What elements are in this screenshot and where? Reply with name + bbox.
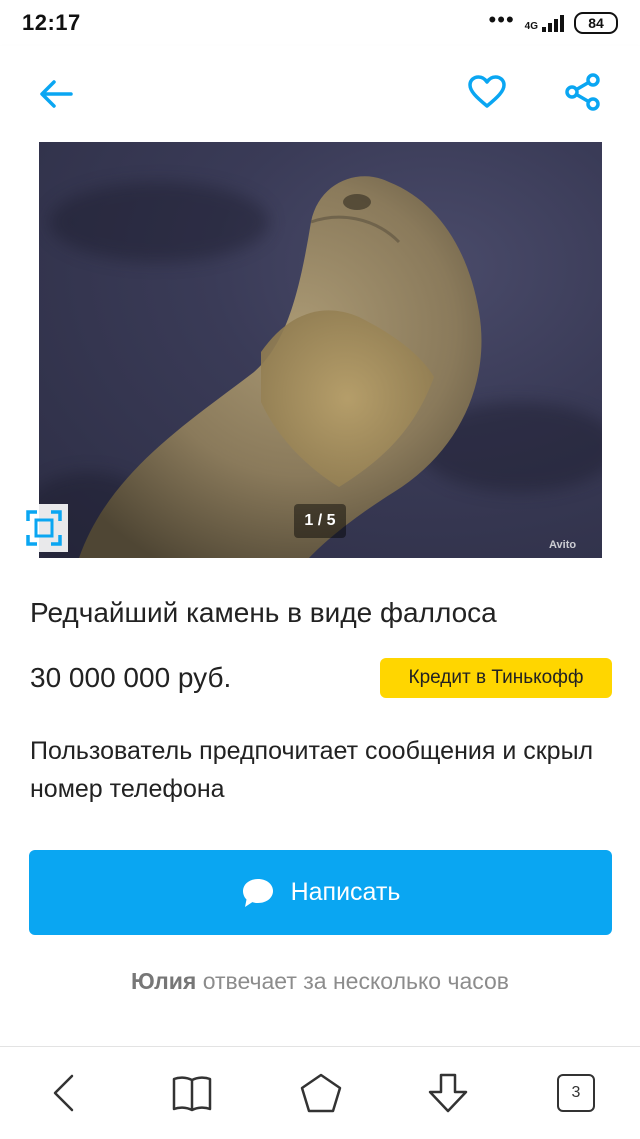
- share-icon: [565, 73, 600, 111]
- status-bar: 12:17 ••• 4G 84: [0, 0, 640, 46]
- nav-tabs-button[interactable]: 3: [552, 1069, 600, 1117]
- nav-back-button[interactable]: [40, 1069, 88, 1117]
- more-dots-icon: •••: [488, 7, 515, 32]
- arrow-left-icon: [40, 80, 73, 108]
- credit-button[interactable]: Кредит в Тинькофф: [380, 658, 612, 698]
- signal-icon: 4G: [524, 14, 564, 32]
- contact-notice: Пользователь предпочитает сообщения и ск…: [30, 737, 594, 803]
- credit-label: Кредит в Тинькофф: [408, 667, 584, 688]
- download-arrow-icon: [428, 1073, 468, 1113]
- stone-image: [79, 176, 482, 558]
- browser-nav-bar: 3: [0, 1046, 640, 1139]
- seller-info: Юлия отвечает за несколько часов: [0, 968, 640, 995]
- share-button[interactable]: [555, 64, 611, 120]
- seller-response-time: отвечает за несколько часов: [202, 968, 510, 994]
- battery-level: 84: [588, 15, 604, 31]
- tabs-count: 3: [557, 1074, 595, 1112]
- app-header: [0, 46, 640, 142]
- listing-photo: [39, 142, 602, 558]
- battery-icon: 84: [574, 12, 618, 34]
- nav-download-button[interactable]: [424, 1069, 472, 1117]
- home-pentagon-icon: [300, 1073, 342, 1113]
- photo-counter: 1 / 5: [294, 504, 346, 538]
- book-icon: [172, 1076, 212, 1112]
- write-message-label: Написать: [290, 878, 401, 906]
- write-message-button[interactable]: Написать: [29, 850, 612, 935]
- listing-title: Редчайший камень в виде фаллоса: [30, 597, 497, 628]
- nav-home-button[interactable]: [297, 1069, 345, 1117]
- avito-watermark: Avito: [549, 539, 577, 551]
- expand-icon: [26, 510, 62, 546]
- network-type: 4G: [524, 20, 538, 32]
- listing-price: 30 000 000 руб.: [30, 662, 232, 693]
- favorite-button[interactable]: [459, 64, 515, 120]
- chevron-left-icon: [53, 1074, 74, 1112]
- nav-bookmarks-button[interactable]: [168, 1069, 216, 1117]
- photo-gallery[interactable]: [0, 142, 640, 558]
- seller-name[interactable]: Юлия: [131, 968, 196, 994]
- back-button[interactable]: [28, 66, 84, 122]
- status-icons: ••• 4G 84: [488, 7, 618, 34]
- chat-bubble-icon: [242, 878, 273, 907]
- expand-button[interactable]: [20, 504, 68, 552]
- heart-icon: [468, 75, 506, 108]
- status-time: 12:17: [22, 10, 81, 35]
